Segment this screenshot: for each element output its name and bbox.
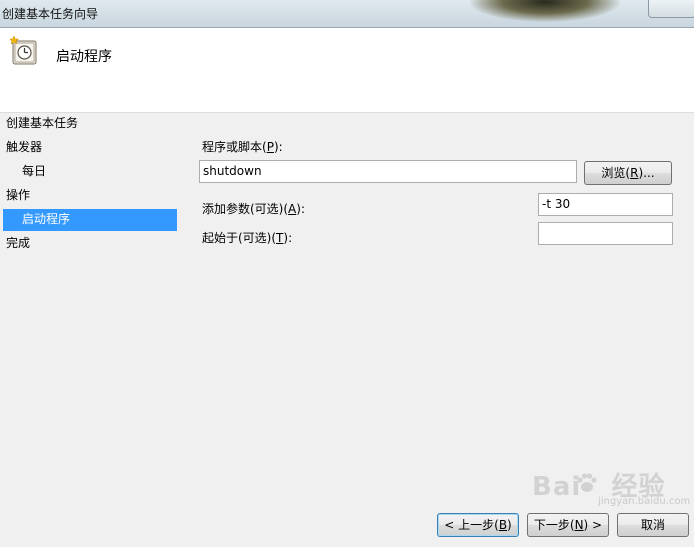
step-finish: 完成	[6, 236, 31, 250]
start-in-label: 起始于(可选)(T):	[202, 231, 293, 245]
start-in-input[interactable]	[538, 222, 673, 245]
title-bar-glow	[470, 0, 620, 22]
add-arguments-label: 添加参数(可选)(A):	[202, 202, 305, 216]
title-bar: 创建基本任务向导	[0, 0, 694, 28]
program-script-label: 程序或脚本(P):	[202, 140, 283, 154]
step-start-program: 启动程序	[3, 209, 177, 231]
wizard-header: 启动程序	[0, 28, 694, 113]
wizard-footer: < 上一步(B) 下一步(N) > 取消	[0, 503, 694, 547]
back-button[interactable]: < 上一步(B)	[437, 513, 519, 537]
close-button[interactable]	[648, 0, 694, 18]
step-action: 操作	[6, 188, 31, 202]
program-script-input[interactable]: shutdown	[199, 160, 577, 183]
step-create-basic-task: 创建基本任务	[6, 116, 79, 130]
paw-icon	[577, 473, 597, 492]
step-trigger: 触发器	[6, 140, 43, 154]
cancel-button[interactable]: 取消	[617, 513, 689, 537]
clock-icon	[10, 36, 37, 65]
step-daily: 每日	[22, 164, 47, 178]
add-arguments-input[interactable]: -t 30	[538, 193, 673, 216]
browse-button[interactable]: 浏览(R)...	[584, 161, 672, 185]
wizard-steps-sidebar: 创建基本任务 触发器 每日 操作 启动程序 完成	[0, 113, 185, 503]
next-button[interactable]: 下一步(N) >	[527, 513, 609, 537]
wizard-content: 程序或脚本(P): shutdown 浏览(R)... 添加参数(可选)(A):…	[185, 113, 694, 503]
page-heading: 启动程序	[56, 49, 112, 65]
window-title: 创建基本任务向导	[2, 7, 99, 21]
